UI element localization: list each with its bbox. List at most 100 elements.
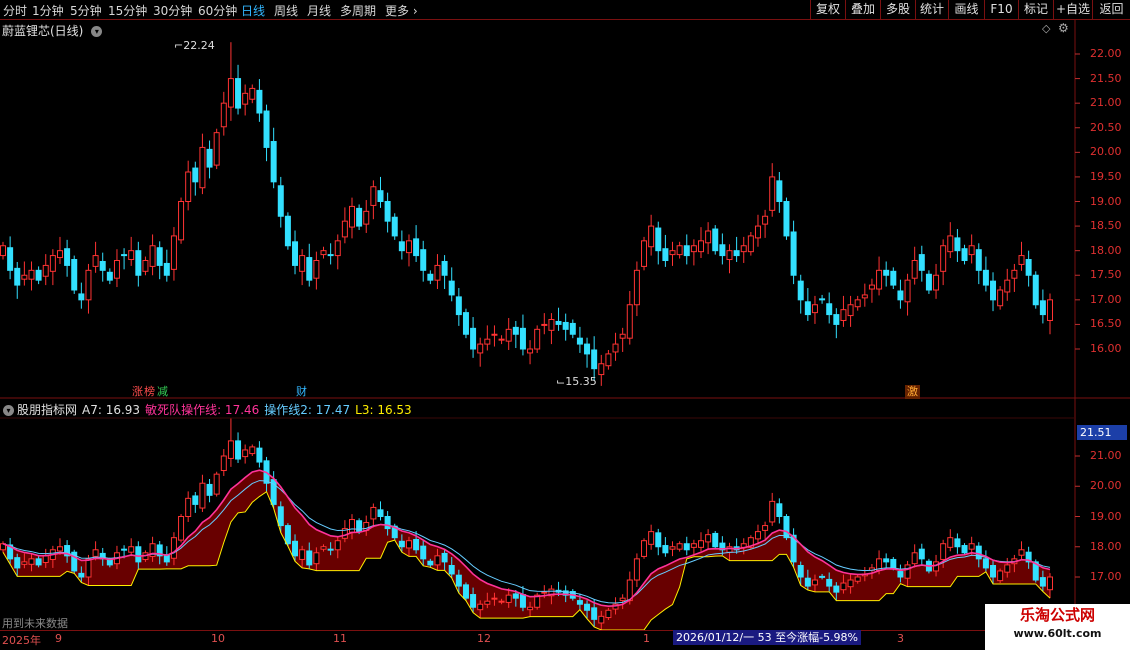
candle-up xyxy=(648,531,655,545)
time-axis: 2025年 9 10 11 12 1 3 xyxy=(0,630,1075,650)
tag-incentive[interactable]: 激 xyxy=(905,385,920,399)
candle-up xyxy=(690,543,697,548)
candle-up xyxy=(434,555,441,566)
candle-down xyxy=(562,321,569,330)
month-label: 12 xyxy=(477,632,491,645)
candle-up xyxy=(548,319,555,331)
candle-up xyxy=(128,546,135,553)
candle-up xyxy=(541,591,548,594)
high-annotation: ⌐22.24 xyxy=(174,39,215,52)
candle-down xyxy=(270,141,277,183)
watermark-title: 乐淘公式网 xyxy=(1019,606,1095,624)
candle-up xyxy=(113,260,120,279)
candle-down xyxy=(826,578,833,587)
candle-up xyxy=(633,558,640,581)
candle-down xyxy=(398,241,405,252)
candle-up xyxy=(726,250,733,261)
price-tick-label: 21.00 xyxy=(1090,449,1122,462)
candle-down xyxy=(925,273,932,291)
candle-up xyxy=(626,304,633,339)
candle-up xyxy=(491,597,498,600)
candle-up xyxy=(1018,255,1025,265)
candle-down xyxy=(662,248,669,261)
candle-down xyxy=(790,231,797,276)
candle-up xyxy=(242,449,249,458)
price-tick-label: 21.00 xyxy=(1090,96,1122,110)
candle-up xyxy=(527,348,534,354)
candle-up xyxy=(847,579,854,588)
current-price-badge: 21.51 xyxy=(1077,425,1127,440)
candle-up xyxy=(1004,279,1011,293)
leader-icon: ⌙ xyxy=(556,375,566,388)
candle-up xyxy=(49,255,56,272)
candle-down xyxy=(591,349,598,370)
candle-down xyxy=(512,326,519,335)
candle-up xyxy=(434,264,441,281)
candle-up xyxy=(854,299,861,308)
candle-up xyxy=(299,255,306,272)
candle-down xyxy=(292,540,299,557)
candle-down xyxy=(356,207,363,227)
candle-down xyxy=(733,250,740,257)
candle-up xyxy=(669,546,676,550)
candle-up xyxy=(811,579,818,586)
candle-up xyxy=(498,600,505,603)
price-tick-label: 18.00 xyxy=(1090,539,1122,553)
candle-up xyxy=(405,540,412,549)
candle-down xyxy=(277,506,284,527)
candle-up xyxy=(605,353,612,367)
candle-down xyxy=(455,296,462,316)
candle-up xyxy=(491,333,498,336)
candle-down xyxy=(569,322,576,335)
candle-down xyxy=(576,337,583,345)
candle-up xyxy=(911,260,918,279)
candle-up xyxy=(940,543,947,560)
candle-down xyxy=(954,237,961,252)
month-label: 9 xyxy=(55,632,62,645)
candle-down xyxy=(555,320,562,325)
candle-down xyxy=(413,538,420,551)
chevron-down-icon[interactable]: ▾ xyxy=(3,405,14,416)
candle-up xyxy=(334,240,341,257)
candle-down xyxy=(377,509,384,518)
candle-up xyxy=(648,225,655,248)
candle-down xyxy=(327,254,334,257)
candle-down xyxy=(256,89,263,114)
candle-up xyxy=(598,615,605,624)
candle-down xyxy=(918,548,925,560)
price-tick-label: 19.50 xyxy=(1090,169,1122,183)
candle-up xyxy=(726,546,733,553)
price-tick-label: 20.00 xyxy=(1090,479,1122,493)
price-tick-label: 19.00 xyxy=(1090,509,1122,523)
candle-down xyxy=(819,575,826,578)
candle-up xyxy=(705,534,712,543)
tag-reduction[interactable]: 减 xyxy=(155,385,170,399)
candle-down xyxy=(413,238,420,257)
candle-down xyxy=(64,248,71,266)
candle-down xyxy=(890,270,897,286)
line1-value: 敏死队操作线: 17.46 xyxy=(145,403,260,417)
candle-down xyxy=(106,271,113,281)
candle-down xyxy=(427,560,434,566)
candle-up xyxy=(676,543,683,550)
candle-down xyxy=(655,532,662,548)
candle-down xyxy=(106,559,113,566)
candle-up xyxy=(170,537,177,559)
tag-financial[interactable]: 财 xyxy=(294,385,309,399)
candle-up xyxy=(861,294,868,299)
candle-down xyxy=(398,540,405,548)
candle-down xyxy=(990,280,997,301)
chart-canvas[interactable] xyxy=(0,0,1130,650)
candle-up xyxy=(370,186,377,206)
candle-down xyxy=(384,201,391,222)
candle-down xyxy=(1025,259,1032,276)
candle-down xyxy=(235,440,242,460)
candle-up xyxy=(840,582,847,591)
candle-up xyxy=(997,570,1004,582)
candle-down xyxy=(954,538,961,548)
candle-up xyxy=(619,333,626,339)
candle-up xyxy=(313,552,320,565)
candle-up xyxy=(840,309,847,321)
candle-up xyxy=(320,546,327,550)
candle-down xyxy=(277,185,284,217)
